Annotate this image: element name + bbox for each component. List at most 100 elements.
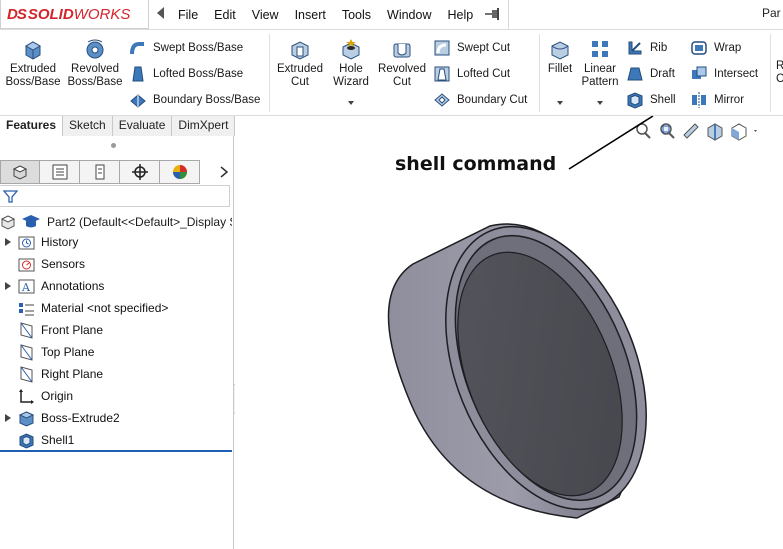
fillet-dropdown-icon[interactable] bbox=[557, 101, 563, 105]
intersect-button[interactable]: Intersect bbox=[690, 64, 758, 84]
boundary-cut-button[interactable]: Boundary Cut bbox=[433, 90, 527, 110]
menu-window[interactable]: Window bbox=[379, 8, 439, 22]
extruded-boss-icon bbox=[24, 41, 42, 60]
revolved-boss-button[interactable]: Revolved Boss/Base bbox=[66, 38, 124, 89]
lofted-boss-label: Lofted Boss/Base bbox=[153, 68, 244, 80]
mirror-label: Mirror bbox=[714, 94, 745, 106]
tree-item-front-plane[interactable]: Front Plane bbox=[18, 320, 103, 340]
pin-icon[interactable] bbox=[484, 6, 502, 22]
tab-features[interactable]: Features bbox=[0, 116, 64, 136]
boundary-cut-label: Boundary Cut bbox=[457, 94, 528, 106]
mirror-button[interactable]: Mirror bbox=[690, 90, 744, 110]
extruded-cut-label: Extruded Cut bbox=[276, 63, 324, 88]
wrap-label: Wrap bbox=[714, 42, 742, 54]
boundary-boss-label: Boundary Boss/Base bbox=[153, 94, 261, 106]
tree-item-right-plane-label: Right Plane bbox=[41, 367, 104, 381]
shell-button[interactable]: Shell bbox=[626, 90, 676, 110]
menu-file[interactable]: File bbox=[170, 8, 206, 22]
revolved-cut-button[interactable]: Revolved Cut bbox=[376, 38, 428, 89]
revolved-boss-label: Revolved Boss/Base bbox=[67, 63, 123, 88]
feature-tree-icon bbox=[12, 165, 28, 180]
swept-cut-icon bbox=[434, 40, 450, 56]
extruded-cut-button[interactable]: Extruded Cut bbox=[273, 38, 327, 89]
linear-pattern-dropdown-icon[interactable] bbox=[597, 101, 603, 105]
tree-item-front-plane-label: Front Plane bbox=[41, 323, 104, 337]
feature-manager-panel: Part2 (Default<<Default>_Display S Histo… bbox=[0, 136, 241, 549]
swept-cut-button[interactable]: Swept Cut bbox=[433, 38, 510, 58]
tree-item-material[interactable]: Material <not specified> bbox=[18, 298, 168, 318]
menu-collapse-arrow-icon[interactable] bbox=[157, 7, 164, 19]
expand-arrow-icon[interactable] bbox=[4, 282, 12, 290]
revolved-cut-icon bbox=[393, 43, 411, 58]
linear-pattern-button[interactable]: Linear Pattern bbox=[578, 38, 622, 89]
tab-dimxpert-manager[interactable] bbox=[120, 160, 160, 184]
svg-text:A: A bbox=[21, 281, 31, 294]
boundary-boss-icon bbox=[130, 94, 146, 108]
command-manager-tabs: Features Sketch Evaluate DimXpert bbox=[0, 116, 236, 136]
tree-item-right-plane[interactable]: Right Plane bbox=[18, 364, 103, 384]
boundary-boss-button[interactable]: Boundary Boss/Base bbox=[129, 90, 260, 110]
menu-help[interactable]: Help bbox=[440, 8, 482, 22]
logo-solid-text: SOLID bbox=[27, 5, 74, 23]
tree-item-origin[interactable]: Origin bbox=[18, 386, 73, 406]
tree-item-boss-extrude2[interactable]: Boss-Extrude2 bbox=[4, 408, 120, 428]
tree-item-origin-label: Origin bbox=[41, 389, 74, 403]
swept-boss-button[interactable]: Swept Boss/Base bbox=[129, 38, 243, 58]
menu-insert[interactable]: Insert bbox=[287, 8, 334, 22]
tab-property-manager[interactable] bbox=[40, 160, 80, 184]
tab-dimxpert[interactable]: DimXpert bbox=[172, 116, 236, 136]
extruded-boss-button[interactable]: Extruded Boss/Base bbox=[4, 38, 62, 89]
menu-edit[interactable]: Edit bbox=[206, 8, 244, 22]
wrap-button[interactable]: Wrap bbox=[690, 38, 741, 58]
title-bar: DS SOLID WORKS File Edit View Insert Too… bbox=[0, 0, 783, 29]
graphics-area[interactable]: shell command bbox=[235, 116, 783, 549]
expand-arrow-icon[interactable] bbox=[4, 414, 12, 422]
graduation-cap-icon bbox=[22, 215, 40, 228]
draft-icon bbox=[627, 67, 643, 81]
dimxpert-crosshair-icon bbox=[131, 164, 148, 180]
hole-wizard-button[interactable]: Hole Wizard bbox=[327, 38, 375, 89]
tab-evaluate[interactable]: Evaluate bbox=[112, 116, 173, 136]
shelled-cylinder-model[interactable] bbox=[235, 116, 783, 549]
tab-display-manager[interactable] bbox=[160, 160, 200, 184]
tab-configuration-manager[interactable] bbox=[80, 160, 120, 184]
menu-view[interactable]: View bbox=[244, 8, 287, 22]
menu-tools[interactable]: Tools bbox=[334, 8, 379, 22]
panel-splitter-grip[interactable] bbox=[111, 143, 116, 148]
rib-button[interactable]: Rib bbox=[626, 38, 667, 58]
lofted-boss-button[interactable]: Lofted Boss/Base bbox=[129, 64, 243, 84]
logo-works-text: WORKS bbox=[73, 5, 131, 23]
plane-icon bbox=[20, 365, 33, 383]
tree-item-shell1[interactable]: Shell1 bbox=[18, 430, 74, 450]
property-manager-icon bbox=[52, 164, 67, 180]
linear-pattern-icon bbox=[592, 41, 608, 57]
chevron-right-icon[interactable] bbox=[219, 165, 229, 179]
cut-off-command-label[interactable]: R C bbox=[776, 60, 783, 86]
tree-filter-bar[interactable] bbox=[0, 185, 230, 207]
fillet-button[interactable]: Fillet bbox=[543, 38, 577, 76]
sensors-icon bbox=[18, 258, 35, 271]
tab-feature-manager[interactable] bbox=[0, 160, 40, 184]
tree-root-label: Part2 (Default<<Default>_Display S bbox=[47, 215, 232, 229]
tree-root-part[interactable]: Part2 (Default<<Default>_Display S bbox=[0, 212, 234, 232]
tab-sketch[interactable]: Sketch bbox=[63, 116, 113, 136]
filter-icon[interactable] bbox=[3, 189, 18, 204]
solidworks-logo[interactable]: DS SOLID WORKS bbox=[0, 0, 149, 29]
lofted-boss-icon bbox=[132, 66, 144, 82]
swept-boss-icon bbox=[130, 42, 144, 55]
hole-wizard-dropdown-icon[interactable] bbox=[348, 101, 354, 105]
tree-item-top-plane[interactable]: Top Plane bbox=[18, 342, 94, 362]
swept-cut-label: Swept Cut bbox=[457, 42, 511, 54]
extruded-cut-icon bbox=[291, 41, 309, 60]
draft-button[interactable]: Draft bbox=[626, 64, 675, 84]
menu-bar: File Edit View Insert Tools Window Help bbox=[170, 0, 481, 29]
rib-icon bbox=[628, 41, 642, 55]
expand-arrow-icon[interactable] bbox=[4, 238, 12, 246]
origin-icon bbox=[19, 388, 34, 404]
tree-item-annotations[interactable]: A Annotations bbox=[4, 276, 104, 296]
lofted-cut-button[interactable]: Lofted Cut bbox=[433, 64, 510, 84]
tree-item-sensors[interactable]: Sensors bbox=[18, 254, 85, 274]
rollback-bar[interactable] bbox=[0, 450, 232, 452]
extruded-boss-label: Extruded Boss/Base bbox=[5, 63, 61, 88]
tree-item-history[interactable]: History bbox=[4, 232, 78, 252]
